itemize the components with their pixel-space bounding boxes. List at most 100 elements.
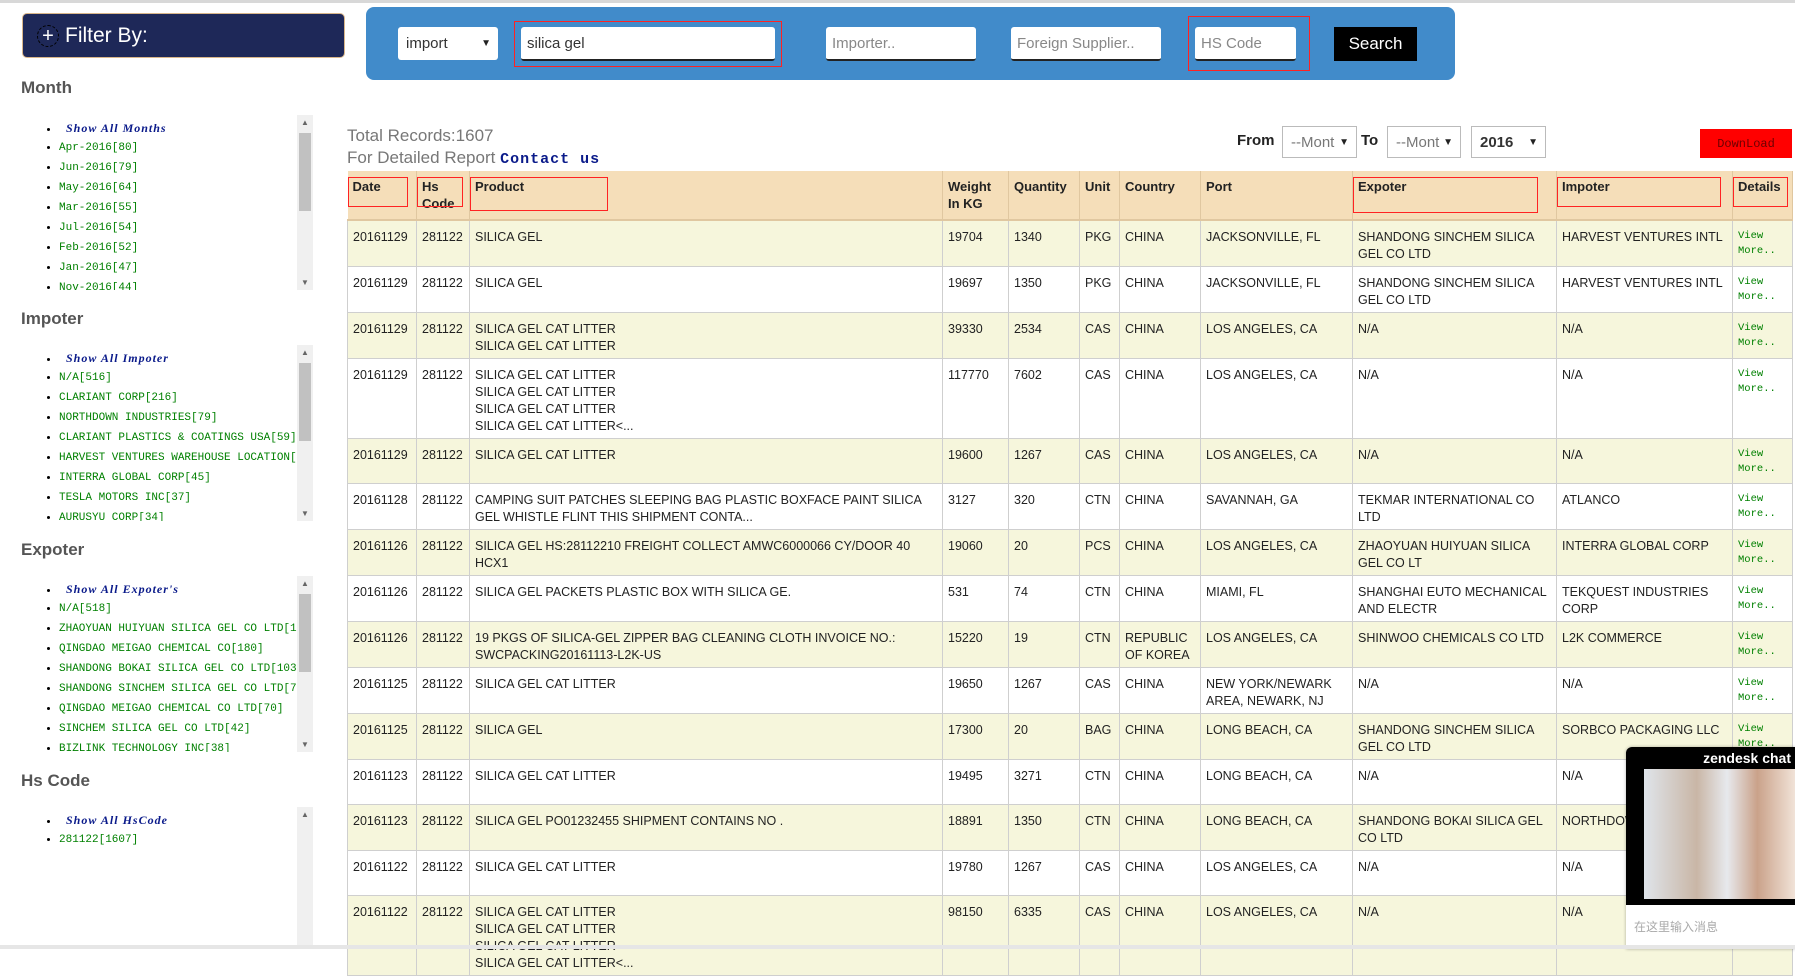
filter-item[interactable]: TESLA MOTORS INC[37] [59, 488, 313, 508]
filter-item[interactable]: SINCHEM SILICA GEL CO LTD[42] [59, 719, 313, 739]
filter-item[interactable]: QINGDAO MEIGAO CHEMICAL CO LTD[70] [59, 699, 313, 719]
download-button[interactable]: DownLoad [1700, 129, 1792, 158]
scroll-down-icon[interactable]: ▼ [297, 740, 313, 749]
to-month-select[interactable]: --Mont ▼ [1387, 126, 1461, 158]
list-scrollbar[interactable]: ▲ ▼ [297, 576, 313, 752]
filter-item-label[interactable]: ZHAOYUAN HUIYUAN SILICA GEL CO LTD[184] [59, 623, 313, 635]
column-header[interactable]: Impoter [1556, 171, 1733, 221]
list-scrollbar[interactable]: ▲ ▼ [297, 115, 313, 290]
filter-item-label[interactable]: SHANDONG SINCHEM SILICA GEL CO LTD[79] [59, 683, 310, 695]
search-button[interactable]: Search [1334, 27, 1417, 61]
filter-item[interactable]: Apr-2016[80] [59, 138, 313, 158]
filter-item-label[interactable]: SINCHEM SILICA GEL CO LTD[42] [59, 723, 250, 735]
show-all-link[interactable]: Show All Impoter [66, 351, 169, 365]
view-more-link[interactable]: View More.. [1738, 676, 1782, 706]
column-header[interactable]: Weight In KG [942, 171, 1009, 221]
filter-item-label[interactable]: Jun-2016[79] [59, 162, 138, 174]
from-month-select[interactable]: --Mont ▼ [1282, 126, 1357, 158]
filter-item-label[interactable]: 281122[1607] [59, 834, 138, 846]
view-more-link[interactable]: View More.. [1738, 538, 1782, 568]
filter-item-label[interactable]: CLARIANT CORP[216] [59, 392, 178, 404]
supplier-input[interactable] [1011, 27, 1161, 61]
filter-item[interactable]: Nov-2016[44] [59, 278, 313, 290]
hs-code-input[interactable] [1195, 27, 1296, 61]
filter-item-label[interactable]: NORTHDOWN INDUSTRIES[79] [59, 412, 217, 424]
view-more-link[interactable]: View More.. [1738, 229, 1782, 259]
column-header[interactable]: Unit [1079, 171, 1120, 221]
scroll-thumb[interactable] [299, 594, 311, 672]
filter-item[interactable]: Show All Months [59, 118, 313, 138]
filter-item-label[interactable]: Feb-2016[52] [59, 242, 138, 254]
filter-item-label[interactable]: May-2016[64] [59, 182, 138, 194]
filter-item-label[interactable]: AURUSYU CORP[34] [59, 512, 165, 521]
plus-circle-icon[interactable]: + [37, 24, 59, 47]
filter-item-label[interactable]: Nov-2016[44] [59, 282, 138, 290]
filter-item[interactable]: Jun-2016[79] [59, 158, 313, 178]
filter-item[interactable]: HARVEST VENTURES WAREHOUSE LOCATION[52] [59, 448, 313, 468]
keyword-input[interactable] [521, 27, 775, 61]
filter-item-label[interactable]: QINGDAO MEIGAO CHEMICAL CO[180] [59, 643, 264, 655]
view-more-link[interactable]: View More.. [1738, 447, 1782, 477]
filter-item[interactable]: Jan-2016[47] [59, 258, 313, 278]
scroll-down-icon[interactable]: ▼ [297, 509, 313, 518]
filter-item-label[interactable]: SHANDONG BOKAI SILICA GEL CO LTD[103] [59, 663, 303, 675]
horizontal-scrollbar[interactable] [0, 945, 1795, 949]
trade-type-select[interactable]: import ▼ [398, 27, 498, 60]
filter-item[interactable]: Show All Expoter's [59, 579, 313, 599]
filter-item[interactable]: BIZLINK TECHNOLOGY INC[38] [59, 739, 313, 752]
filter-item[interactable]: Mar-2016[55] [59, 198, 313, 218]
filter-item-label[interactable]: TESLA MOTORS INC[37] [59, 492, 191, 504]
column-header[interactable]: Date [347, 171, 417, 221]
filter-item[interactable]: May-2016[64] [59, 178, 313, 198]
filter-item[interactable]: NORTHDOWN INDUSTRIES[79] [59, 408, 313, 428]
scroll-down-icon[interactable]: ▼ [297, 278, 313, 287]
filter-item-label[interactable]: N/A[516] [59, 372, 112, 384]
scroll-up-icon[interactable]: ▲ [297, 118, 313, 127]
filter-item[interactable]: 281122[1607] [59, 830, 313, 850]
filter-item-label[interactable]: INTERRA GLOBAL CORP[45] [59, 472, 211, 484]
filter-item-label[interactable]: Mar-2016[55] [59, 202, 138, 214]
filter-item-label[interactable]: CLARIANT PLASTICS & COATINGS USA[59] [59, 432, 297, 444]
filter-item-label[interactable]: BIZLINK TECHNOLOGY INC[38] [59, 743, 231, 752]
column-header[interactable]: Quantity [1008, 171, 1080, 221]
list-scrollbar[interactable]: ▲ ▼ [297, 345, 313, 521]
zendesk-chat-widget[interactable]: zendesk chat 在这里输入消息 [1626, 747, 1795, 949]
filter-item[interactable]: CLARIANT PLASTICS & COATINGS USA[59] [59, 428, 313, 448]
filter-item[interactable]: N/A[518] [59, 599, 313, 619]
filter-item[interactable]: Show All HsCode [59, 810, 313, 830]
show-all-link[interactable]: Show All Expoter's [66, 582, 179, 596]
filter-item-label[interactable]: HARVEST VENTURES WAREHOUSE LOCATION[52] [59, 452, 313, 464]
filter-item-label[interactable]: QINGDAO MEIGAO CHEMICAL CO LTD[70] [59, 703, 283, 715]
view-more-link[interactable]: View More.. [1738, 321, 1782, 351]
filter-item[interactable]: QINGDAO MEIGAO CHEMICAL CO[180] [59, 639, 313, 659]
filter-item[interactable]: CLARIANT CORP[216] [59, 388, 313, 408]
filter-item[interactable]: N/A[516] [59, 368, 313, 388]
view-more-link[interactable]: View More.. [1738, 275, 1782, 305]
column-header[interactable]: Country [1119, 171, 1201, 221]
scroll-up-icon[interactable]: ▲ [297, 810, 313, 819]
scroll-thumb[interactable] [299, 133, 311, 211]
filter-item[interactable]: Jul-2016[54] [59, 218, 313, 238]
view-more-link[interactable]: View More.. [1738, 367, 1782, 397]
column-header[interactable]: Product [469, 171, 943, 221]
scroll-thumb[interactable] [299, 363, 311, 441]
filter-item[interactable]: SHANDONG BOKAI SILICA GEL CO LTD[103] [59, 659, 313, 679]
filter-item-label[interactable]: Jul-2016[54] [59, 222, 138, 234]
filter-item[interactable]: SHANDONG SINCHEM SILICA GEL CO LTD[79] [59, 679, 313, 699]
filter-item[interactable]: Feb-2016[52] [59, 238, 313, 258]
filter-item[interactable]: Show All Impoter [59, 348, 313, 368]
show-all-link[interactable]: Show All Months [66, 121, 167, 135]
filter-item-label[interactable]: N/A[518] [59, 603, 112, 615]
contact-us-link[interactable]: Contact us [500, 151, 600, 168]
filter-item[interactable]: INTERRA GLOBAL CORP[45] [59, 468, 313, 488]
column-header[interactable]: Port [1200, 171, 1353, 221]
importer-input[interactable] [826, 27, 976, 61]
filter-item[interactable]: AURUSYU CORP[34] [59, 508, 313, 521]
filter-item[interactable]: ZHAOYUAN HUIYUAN SILICA GEL CO LTD[184] [59, 619, 313, 639]
view-more-link[interactable]: View More.. [1738, 584, 1782, 614]
view-more-link[interactable]: View More.. [1738, 492, 1782, 522]
show-all-link[interactable]: Show All HsCode [66, 813, 168, 827]
list-scrollbar[interactable]: ▲ [297, 807, 313, 949]
chat-message-input[interactable]: 在这里输入消息 [1626, 905, 1795, 948]
column-header[interactable]: Details [1732, 171, 1793, 221]
